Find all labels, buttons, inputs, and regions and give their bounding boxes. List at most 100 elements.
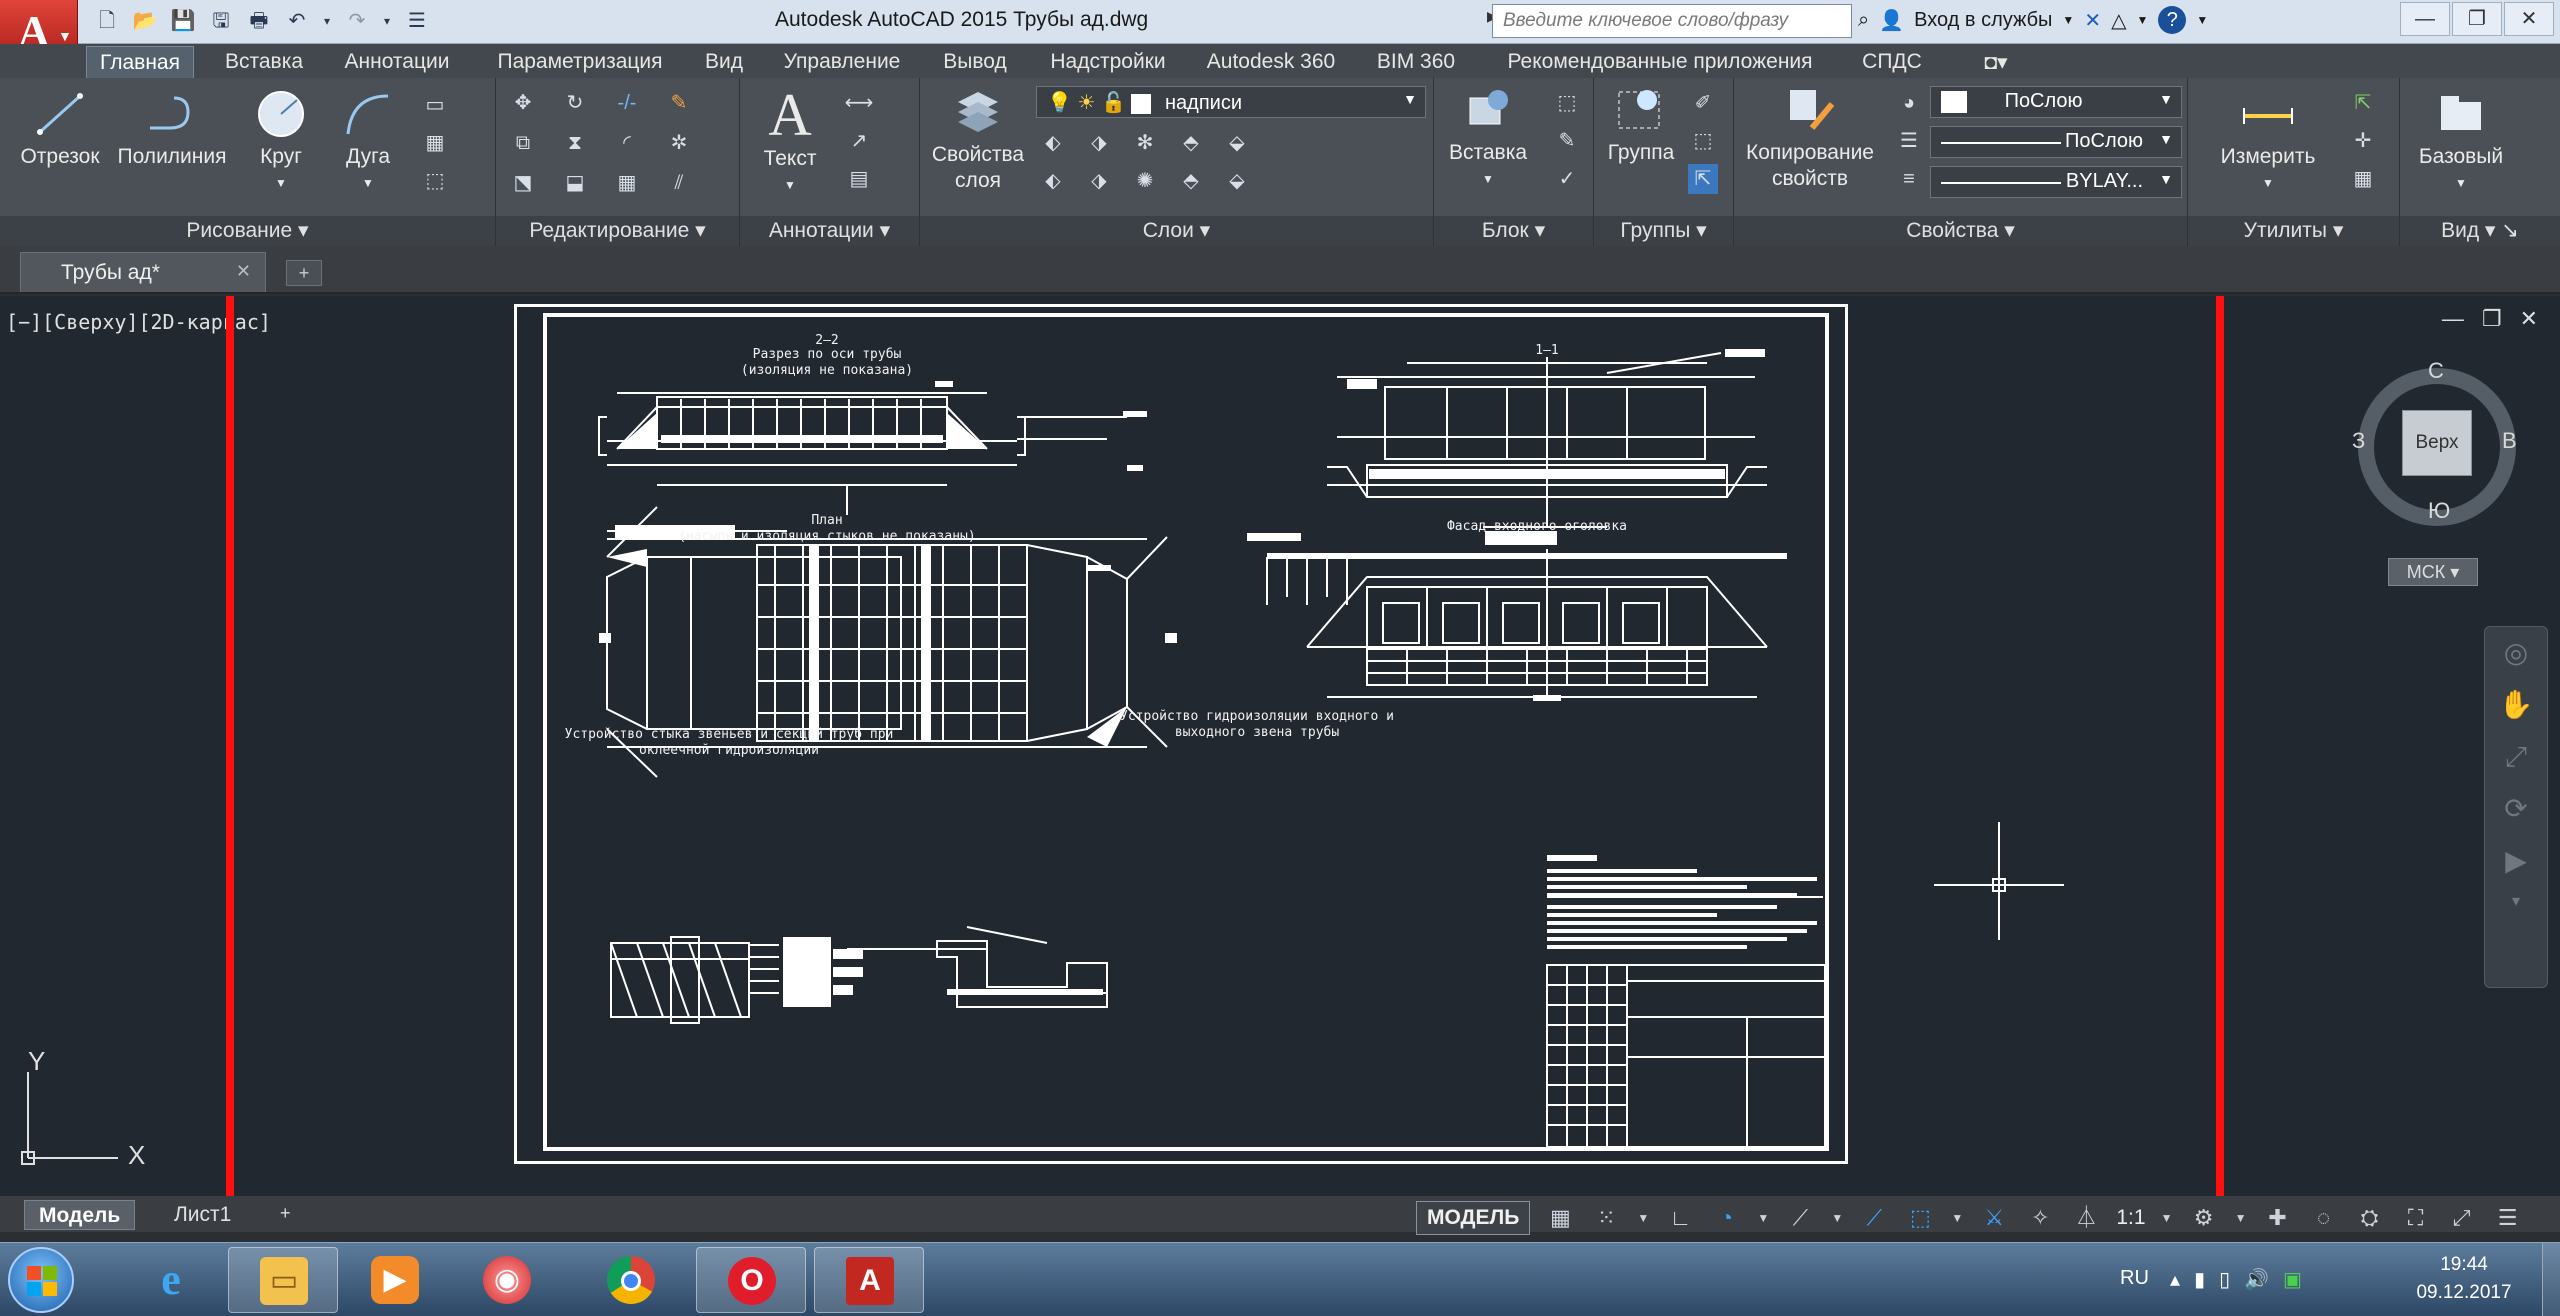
- panel-block-title[interactable]: Блок ▾: [1434, 216, 1593, 246]
- taskbar-photo-app[interactable]: ◉: [452, 1247, 562, 1313]
- drawing-canvas[interactable]: [−][Сверху][2D-каркас] — ❐ ✕ 2–2 Разрез …: [0, 296, 2560, 1196]
- quick-select-icon[interactable]: ⇱: [2348, 88, 2378, 118]
- region-icon[interactable]: ⬚: [420, 166, 450, 196]
- block-edit-icon[interactable]: ✎: [1552, 126, 1582, 156]
- chevron-down-icon[interactable]: ▼: [752, 172, 828, 198]
- line-tool[interactable]: Отрезок: [10, 88, 110, 170]
- tab-annotate[interactable]: Аннотации: [334, 46, 460, 78]
- linetype-icon[interactable]: ≡: [1894, 164, 1924, 194]
- chevron-down-icon[interactable]: ▼: [2160, 1202, 2174, 1234]
- taskbar-media-player[interactable]: ▶: [340, 1247, 450, 1313]
- binoculars-icon[interactable]: ⌕: [1858, 9, 1869, 32]
- taskbar-autocad[interactable]: A: [814, 1247, 924, 1313]
- measure-tool[interactable]: Измерить ▼: [2198, 88, 2338, 196]
- tab-spds[interactable]: СПДС: [1850, 46, 1934, 78]
- exchange-apps-icon[interactable]: ✕: [2084, 8, 2101, 33]
- showmotion-icon[interactable]: ▶: [2485, 835, 2547, 887]
- group-tool[interactable]: Группа: [1598, 84, 1684, 166]
- chevron-down-icon[interactable]: ▼: [1950, 1202, 1964, 1234]
- compass-south-label[interactable]: Ю: [2428, 498, 2450, 524]
- close-icon[interactable]: ✕: [2520, 306, 2538, 332]
- color-wheel-icon[interactable]: ◕: [1894, 88, 1924, 118]
- chevron-down-icon[interactable]: ▼: [1438, 166, 1538, 192]
- layer-match-icon[interactable]: ⬙: [1222, 128, 1252, 158]
- tab-home[interactable]: Главная: [86, 46, 194, 78]
- ortho-icon[interactable]: ∟: [1664, 1202, 1696, 1234]
- help-icon[interactable]: ?: [2158, 6, 2187, 34]
- customization-menu-icon[interactable]: ☰: [2492, 1202, 2524, 1234]
- chevron-down-icon[interactable]: ▼: [238, 170, 324, 196]
- steering-wheel-icon[interactable]: ◎: [2485, 627, 2547, 679]
- explode-icon[interactable]: ✲: [664, 128, 694, 158]
- linetype-dropdown[interactable]: ПоСлою ▼: [1930, 126, 2182, 158]
- layer-state-icon[interactable]: ⬖: [1038, 128, 1068, 158]
- zoom-extents-icon[interactable]: ⤢: [2485, 731, 2547, 783]
- clean-screen-icon[interactable]: ⛶: [2400, 1202, 2432, 1234]
- tab-parametric[interactable]: Параметризация: [480, 46, 680, 78]
- color-dropdown[interactable]: ПоСлою ▼: [1930, 86, 2182, 118]
- tab-view[interactable]: Вид: [698, 46, 750, 78]
- chevron-down-icon[interactable]: ▼: [2136, 13, 2148, 27]
- text-tool[interactable]: A Текст ▼: [752, 84, 828, 198]
- action-center-icon[interactable]: ▣: [2283, 1267, 2302, 1292]
- taskbar-opera[interactable]: O: [696, 1247, 806, 1313]
- hatch-icon[interactable]: ▦: [420, 128, 450, 158]
- ucs-dropdown[interactable]: МСК ▾: [2388, 558, 2478, 586]
- block-create-icon[interactable]: ⬚: [1552, 88, 1582, 118]
- panel-layers-title[interactable]: Слои ▾: [920, 216, 1433, 246]
- panel-draw-title[interactable]: Рисование ▾: [0, 216, 495, 246]
- autodesk-360-icon[interactable]: △: [2111, 8, 2126, 33]
- orbit-icon[interactable]: ⟳: [2485, 783, 2547, 835]
- table-icon[interactable]: ▤: [844, 164, 874, 194]
- stretch-icon[interactable]: ⬔: [508, 168, 538, 198]
- array-icon[interactable]: ▦: [612, 168, 642, 198]
- add-layout-button[interactable]: +: [266, 1200, 305, 1230]
- tab-addins[interactable]: Надстройки: [1036, 46, 1180, 78]
- fillet-icon[interactable]: ◜: [612, 128, 642, 158]
- volume-icon[interactable]: 🔊: [2244, 1267, 2269, 1292]
- compass-east-label[interactable]: В: [2502, 428, 2517, 454]
- taskbar-file-explorer[interactable]: ▭: [228, 1247, 338, 1313]
- minimize-icon[interactable]: —: [2400, 2, 2450, 36]
- chevron-down-icon[interactable]: ▼: [1830, 1202, 1844, 1234]
- tab-autodesk-360[interactable]: Autodesk 360: [1198, 46, 1344, 78]
- doc-tab-truby[interactable]: Трубы ад* ✕: [20, 252, 266, 292]
- search-input[interactable]: Введите ключевое слово/фразу: [1492, 4, 1852, 38]
- network-signal-icon[interactable]: ▮: [2194, 1267, 2205, 1292]
- model-space-button[interactable]: МОДЕЛЬ: [1416, 1201, 1531, 1235]
- fullscreen-icon[interactable]: ⤢: [2446, 1202, 2478, 1234]
- start-button[interactable]: [8, 1247, 74, 1313]
- viewcube[interactable]: Верх С Ю В З: [2352, 358, 2522, 532]
- panel-view-title[interactable]: Вид ▾ ↘: [2400, 216, 2560, 246]
- insert-block-tool[interactable]: Вставка ▼: [1438, 84, 1538, 192]
- match-properties-tool[interactable]: Копирование свойств: [1740, 84, 1880, 192]
- panel-annotation-title[interactable]: Аннотации ▾: [740, 216, 919, 246]
- chevron-down-icon[interactable]: ▼: [2234, 1202, 2248, 1234]
- tab-insert[interactable]: Вставка: [212, 46, 316, 78]
- polar-tracking-icon[interactable]: ◔: [1710, 1202, 1742, 1234]
- annotation-scale-icon[interactable]: ⏃: [2070, 1202, 2102, 1234]
- panel-modify-title[interactable]: Редактирование ▾: [496, 216, 739, 246]
- annotation-visibility-icon[interactable]: ⚔: [1978, 1202, 2010, 1234]
- signin-button[interactable]: Вход в службы: [1914, 9, 2052, 32]
- battery-icon[interactable]: ▯: [2219, 1267, 2230, 1292]
- new-tab-button[interactable]: +: [286, 260, 322, 286]
- annotation-scale-value[interactable]: 1:1: [2116, 1206, 2145, 1230]
- auto-scale-icon[interactable]: ✧: [2024, 1202, 2056, 1234]
- restore-icon[interactable]: ❐: [2482, 306, 2502, 332]
- calculator-icon[interactable]: ▦: [2348, 164, 2378, 194]
- pan-hand-icon[interactable]: ✋: [2485, 679, 2547, 731]
- system-clock[interactable]: 19:44 09.12.2017: [2414, 1251, 2514, 1307]
- copy-icon[interactable]: ⧉: [508, 128, 538, 158]
- tab-layout1[interactable]: Лист1: [160, 1200, 245, 1230]
- redo-dropdown-icon[interactable]: ▾: [380, 6, 394, 36]
- layer-properties-tool[interactable]: Свойства слоя: [928, 86, 1028, 194]
- isolate-objects-icon[interactable]: ◌: [2308, 1202, 2340, 1234]
- print-icon[interactable]: 🖶: [244, 6, 274, 36]
- rectangle-icon[interactable]: ▭: [420, 90, 450, 120]
- annotation-monitor-plus-icon[interactable]: ✚: [2262, 1202, 2294, 1234]
- group-edit-icon[interactable]: ⬚: [1688, 126, 1718, 156]
- dimension-icon[interactable]: ⟷: [844, 88, 874, 118]
- minimize-icon[interactable]: —: [2442, 306, 2464, 332]
- compass-north-label[interactable]: С: [2428, 358, 2444, 384]
